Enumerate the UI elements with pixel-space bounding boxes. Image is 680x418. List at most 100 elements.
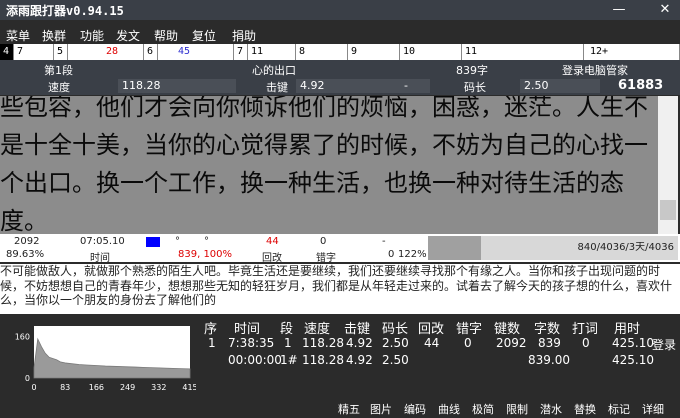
info-panel: 第1段 心的出口 839字 登录电脑管家 速度 118.28 击键 4.92 -… (0, 60, 680, 95)
rate-value: 122% (398, 249, 427, 260)
score-cell: 7 (234, 44, 248, 60)
error-count: 0 (320, 236, 327, 247)
dash-value: - (404, 79, 408, 92)
article-text: 些包容，他们才会向你倾诉他们的烦恼，困惑，迷茫。人生不是十全十美，当你的心觉得累… (0, 96, 648, 234)
col-header-backspace: 回改 (418, 322, 445, 337)
toolbar-minimal[interactable]: 极简 (472, 401, 494, 417)
zero-status: 0 (388, 249, 395, 260)
col-header-keystroke: 击键 (344, 322, 371, 337)
toolbar-jingwu[interactable]: 精五 (338, 401, 360, 417)
chart-x-tick-label: 415 (182, 383, 196, 392)
error-label: 错字 (316, 253, 336, 264)
col-header-speed: 速度 (304, 322, 331, 337)
keystroke-count: 2092 (14, 236, 40, 247)
degree-mark-2: ° (204, 236, 209, 247)
score-cell: 12+ (584, 44, 680, 60)
table-cell: 登录 (652, 338, 677, 352)
table-cell: 425.10 (612, 353, 654, 367)
backspace-count: 44 (266, 236, 279, 247)
score-cell: 6 (144, 44, 158, 60)
toolbar-detail[interactable]: 详细 (642, 401, 664, 417)
minimize-button[interactable]: — (610, 1, 628, 19)
time-label: 时间 (90, 253, 110, 264)
article-progress: 840/4036/3天/4036 (428, 236, 678, 260)
user-status[interactable]: 登录电脑管家 (562, 62, 628, 78)
menu-help[interactable]: 帮助 (154, 27, 178, 44)
title-bar: 添雨跟打器v0.94.15 — ✕ (0, 0, 680, 20)
chart-y-tick-label: 0 (25, 374, 30, 383)
menu-send-text[interactable]: 发文 (116, 27, 140, 44)
article-scrollbar[interactable] (658, 96, 678, 234)
typing-input[interactable]: 不可能做敌人，就做那个熟悉的陌生人吧。毕竟生活还是要继续，我们还要继续寻找那个有… (0, 264, 680, 314)
code-length-value: 2.50 (520, 79, 600, 93)
score-cell: 5 (54, 44, 68, 60)
color-indicator (146, 237, 160, 247)
table-cell: 44 (424, 336, 440, 350)
status-bar: 2092 89.63% 07:05.10 时间 ° ° 839, 100% 44… (0, 234, 680, 264)
completion-total: 839, 100% (178, 249, 233, 260)
chart-x-tick-label: 83 (60, 383, 70, 392)
keystroke-label: 击键 (266, 81, 288, 94)
speed-label: 速度 (48, 81, 70, 94)
col-header-words: 打词 (572, 322, 599, 337)
chart-x-tick-label: 332 (151, 383, 166, 392)
col-header-index: 序 (204, 322, 218, 337)
degree-mark: ° (175, 236, 180, 247)
toolbar-encoding[interactable]: 编码 (404, 401, 426, 417)
chart-x-tick-label: 249 (120, 383, 135, 392)
progress-text: 840/4036/3天/4036 (577, 242, 674, 253)
toolbar-dive[interactable]: 潜水 (540, 401, 562, 417)
table-cell: 1# (280, 353, 298, 367)
table-cell: 00:00:00 (228, 353, 282, 367)
score-cell: 11 (462, 44, 584, 60)
scrollbar-thumb[interactable] (660, 200, 676, 220)
score-cell: 7 (14, 44, 54, 60)
score-cell: 8 (296, 44, 348, 60)
speed-chart-svg: 160 00 83 166 249 332 415 (15, 326, 198, 392)
article-title: 心的出口 (252, 64, 296, 77)
toolbar-limit[interactable]: 限制 (506, 401, 528, 417)
table-cell: 839.00 (528, 353, 570, 367)
col-header-code-length: 码长 (382, 322, 409, 337)
typed-text: 不可能做敌人，就做那个熟悉的陌生人吧。毕竟生活还是要继续，我们还要继续寻找那个有… (0, 264, 673, 307)
toolbar-replace[interactable]: 替换 (574, 401, 596, 417)
elapsed-time: 07:05.10 (80, 236, 125, 247)
score-cell: 10 (400, 44, 462, 60)
table-cell: 425.10 (612, 336, 654, 350)
table-cell: 118.28 (302, 353, 344, 367)
col-header-chars: 字数 (534, 322, 561, 337)
score-cell: 11 (248, 44, 296, 60)
progress-fill (428, 236, 481, 260)
menu-reset[interactable]: 复位 (192, 27, 216, 44)
toolbar-curve[interactable]: 曲线 (438, 401, 460, 417)
menu-function[interactable]: 功能 (80, 27, 104, 44)
score-strip: 4 7 5 28 6 45 7 11 8 9 10 11 12+ (0, 44, 680, 60)
table-cell: 0 (582, 336, 590, 350)
segment-label: 第1段 (44, 64, 73, 77)
dash-status: - (382, 236, 386, 247)
table-cell: 2.50 (382, 353, 409, 367)
chart-x-tick-label: 166 (89, 383, 104, 392)
menu-bar: 菜单 换群 功能 发文 帮助 复位 捐助 (0, 24, 680, 44)
speed-value: 118.28 (118, 79, 236, 93)
table-cell: 7:38:35 (228, 336, 275, 350)
score-cell: 28 (68, 44, 144, 60)
toolbar-image[interactable]: 图片 (370, 401, 392, 417)
chart-y-tick-label: 160 (15, 332, 30, 341)
table-cell: 1 (284, 336, 292, 350)
char-count: 839字 (456, 64, 488, 77)
menu-donate[interactable]: 捐助 (232, 27, 256, 44)
keystroke-value: 4.92 (296, 79, 430, 93)
table-cell: 839 (538, 336, 561, 350)
menu-main[interactable]: 菜单 (6, 27, 30, 44)
toolbar-mark[interactable]: 标记 (608, 401, 630, 417)
col-header-segment: 段 (280, 322, 294, 337)
menu-switch-group[interactable]: 换群 (42, 27, 66, 44)
table-cell: 2.50 (382, 336, 409, 350)
chart-x-tick-label: 0 (31, 383, 36, 392)
table-cell: 4.92 (346, 336, 373, 350)
col-header-time: 时间 (234, 322, 261, 337)
backspace-label: 回改 (262, 253, 282, 264)
app-title: 添雨跟打器v0.94.15 (6, 4, 124, 18)
close-button[interactable]: ✕ (656, 1, 674, 19)
